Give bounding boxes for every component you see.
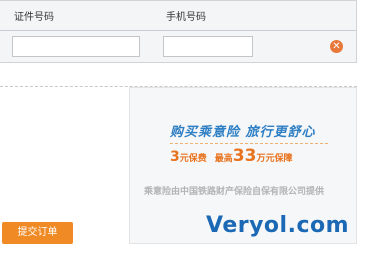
banner-slogan: 购买乘意险 旅行更舒心	[170, 125, 316, 140]
insurance-ad-banner[interactable]: 购买乘意险 旅行更舒心 3元保费 最高33万元保障 乘意险由中国铁路财产保险自保有…	[129, 87, 357, 244]
max-label: 最高	[214, 154, 233, 164]
page-root: 证件号码 手机号码 ✕ 购买乘意险 旅行更舒心 3元保费 最高33万元保障 乘意险…	[0, 0, 365, 253]
max-amount: 33	[232, 146, 257, 166]
id-number-input[interactable]	[12, 36, 140, 57]
site-watermark: Veryol.com	[206, 213, 350, 238]
provider-text: 乘意险由中国铁路财产保险自保有限公司提供	[144, 187, 325, 197]
phone-input[interactable]	[163, 36, 253, 57]
phone-header: 手机号码	[166, 12, 206, 23]
slogan-underline	[170, 143, 328, 144]
remove-passenger-icon[interactable]: ✕	[330, 40, 343, 53]
max-text: 万元保障	[256, 154, 293, 164]
header-divider	[0, 30, 356, 31]
premium-amount: 3	[170, 149, 180, 165]
id-number-header: 证件号码	[14, 12, 54, 23]
premium-text: 元保费	[179, 154, 207, 164]
passenger-form-panel: 证件号码 手机号码 ✕	[0, 0, 357, 63]
submit-order-button[interactable]: 提交订单	[2, 222, 73, 244]
price-line: 3元保费 最高33万元保障	[170, 146, 292, 166]
